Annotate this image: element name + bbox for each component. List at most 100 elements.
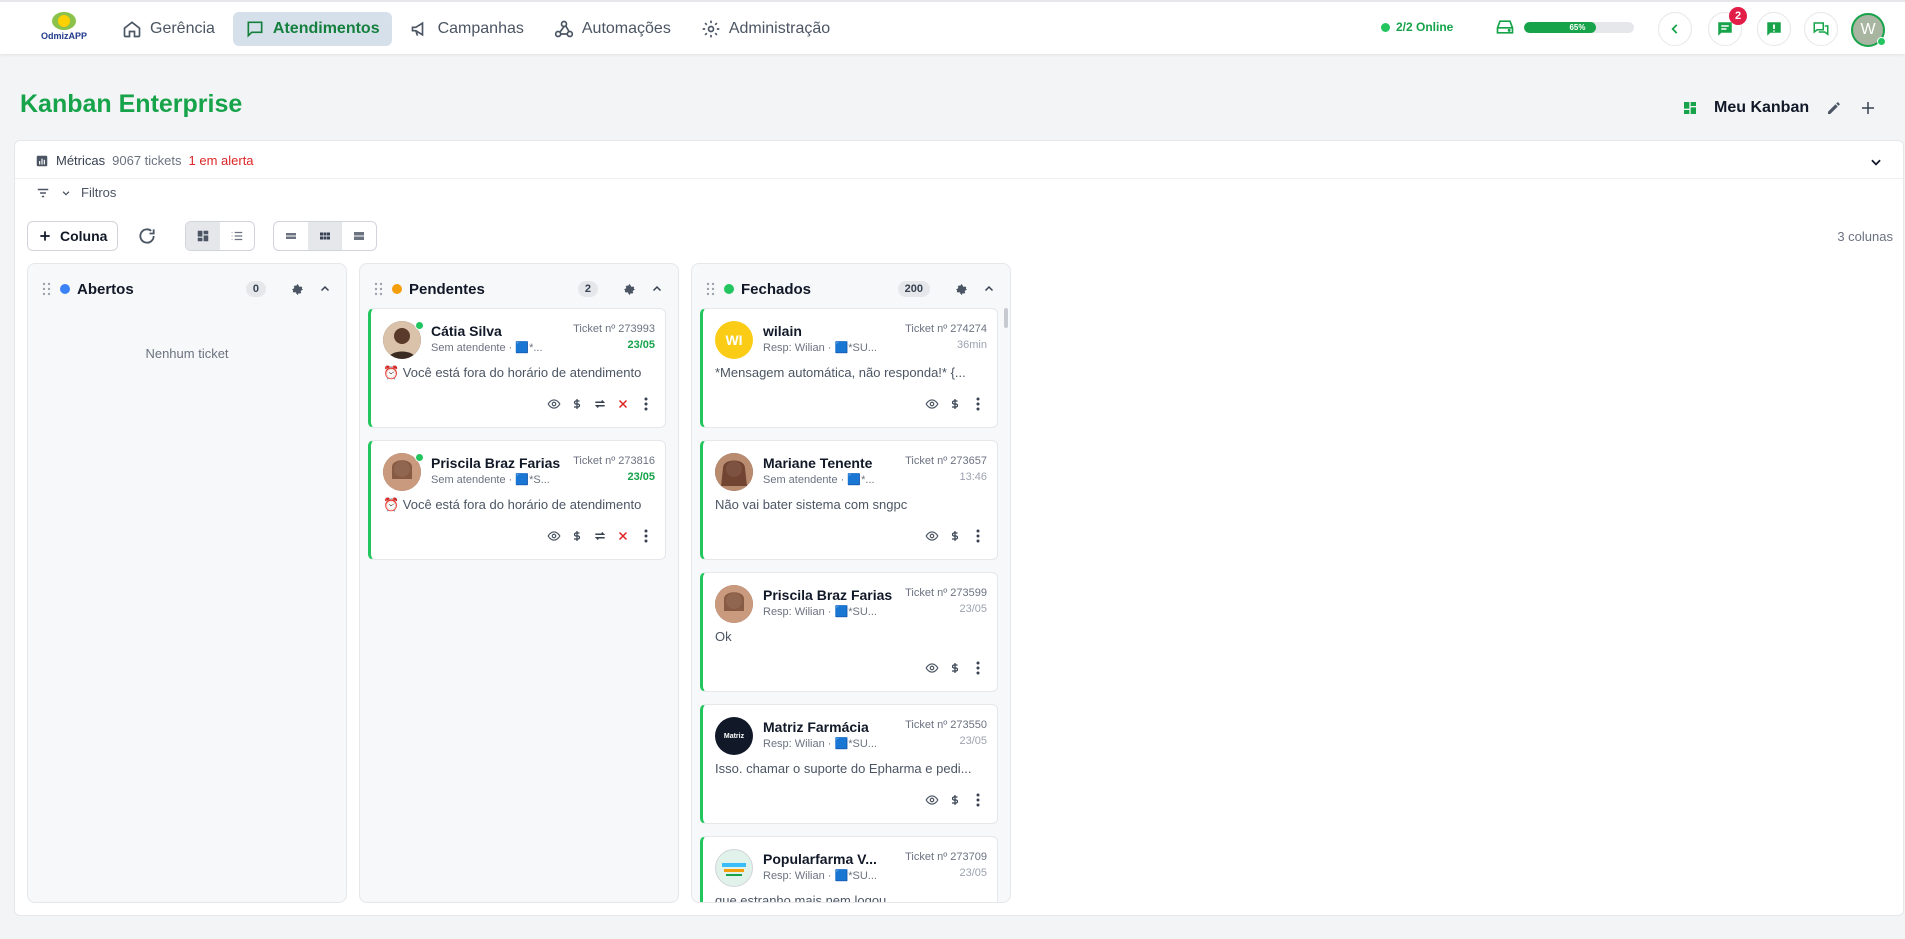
nav-gerencia[interactable]: Gerência bbox=[110, 12, 227, 46]
column-name: Pendentes bbox=[409, 280, 485, 298]
card-assignee: Resp: Wilian · 🟦*SU... bbox=[763, 342, 877, 354]
column-scrollbar[interactable] bbox=[1004, 308, 1008, 328]
nav-atendimentos[interactable]: Atendimentos bbox=[232, 12, 392, 46]
ticket-card[interactable]: Matriz Matriz Farmácia Resp: Wilian · 🟦*… bbox=[700, 704, 998, 824]
messages-button[interactable]: 2 bbox=[1708, 7, 1747, 46]
eye-icon bbox=[925, 663, 939, 673]
user-avatar[interactable]: W bbox=[1851, 13, 1886, 47]
nav-automacoes[interactable]: Automações bbox=[542, 12, 683, 46]
drag-handle-icon[interactable] bbox=[42, 282, 52, 296]
kanban-name[interactable]: Meu Kanban bbox=[1714, 99, 1809, 117]
column-settings-button[interactable] bbox=[952, 280, 970, 298]
kanban-view-button[interactable] bbox=[186, 222, 220, 250]
view-button[interactable] bbox=[547, 529, 561, 543]
value-button[interactable] bbox=[570, 397, 584, 411]
view-button[interactable] bbox=[547, 397, 561, 411]
ticket-card[interactable]: Mariane Tenente Sem atendente · 🟦*... Ti… bbox=[700, 440, 998, 560]
value-button[interactable] bbox=[948, 397, 962, 411]
eye-icon bbox=[925, 531, 939, 541]
ticket-date: 13:46 bbox=[959, 471, 987, 483]
drag-handle-icon[interactable] bbox=[374, 282, 384, 296]
list-icon bbox=[231, 231, 243, 241]
empty-column-text: Nenhum ticket bbox=[145, 346, 229, 361]
value-button[interactable] bbox=[948, 661, 962, 675]
chevron-left-icon bbox=[1671, 24, 1678, 34]
chats-button[interactable] bbox=[1804, 12, 1838, 46]
close-icon bbox=[618, 531, 628, 541]
chevron-down-icon[interactable] bbox=[1869, 155, 1883, 169]
ticket-card[interactable]: Priscila Braz Farias Resp: Wilian · 🟦*SU… bbox=[700, 572, 998, 692]
kanban-selector: Meu Kanban bbox=[1682, 99, 1877, 117]
close-ticket-button[interactable] bbox=[616, 529, 630, 543]
column-collapse-button[interactable] bbox=[648, 280, 666, 298]
plus-icon bbox=[40, 231, 50, 241]
grid-icon bbox=[197, 230, 209, 242]
column-settings-button[interactable] bbox=[288, 280, 306, 298]
card-assignee: Sem atendente · 🟦*... bbox=[431, 342, 543, 354]
contact-name: Mariane Tenente bbox=[763, 455, 873, 471]
eye-icon bbox=[925, 399, 939, 409]
kanban-column-abertos: Abertos 0 Nenhum ticket bbox=[27, 263, 347, 903]
view-button[interactable] bbox=[925, 529, 939, 543]
metrics-alert: 1 em alerta bbox=[188, 153, 254, 168]
filters-label: Filtros bbox=[81, 185, 117, 200]
ticket-date: 23/05 bbox=[627, 471, 655, 483]
ticket-date: 36min bbox=[957, 339, 987, 351]
last-message: que estranho mais nem logou bbox=[715, 893, 887, 903]
contact-avatar: WI bbox=[715, 321, 753, 359]
value-button[interactable] bbox=[948, 793, 962, 807]
dashboard-icon bbox=[1684, 102, 1696, 114]
column-collapse-button[interactable] bbox=[980, 280, 998, 298]
card-assignee: Sem atendente · 🟦*... bbox=[763, 474, 875, 486]
value-button[interactable] bbox=[948, 529, 962, 543]
view-button[interactable] bbox=[925, 661, 939, 675]
list-view-button[interactable] bbox=[220, 222, 254, 250]
medium-density-button[interactable] bbox=[308, 222, 342, 250]
wide-density-button[interactable] bbox=[342, 222, 376, 250]
drag-handle-icon[interactable] bbox=[706, 282, 716, 296]
value-button[interactable] bbox=[570, 529, 584, 543]
refresh-icon[interactable] bbox=[137, 226, 157, 246]
dollar-icon bbox=[951, 795, 959, 805]
column-count-badge: 0 bbox=[245, 281, 266, 297]
more-button[interactable] bbox=[971, 529, 985, 543]
rows-icon bbox=[286, 233, 296, 239]
plus-icon[interactable] bbox=[1859, 99, 1877, 117]
card-assignee: Resp: Wilian · 🟦*SU... bbox=[763, 870, 877, 882]
nav-administracao[interactable]: Administração bbox=[689, 12, 842, 46]
view-button[interactable] bbox=[925, 793, 939, 807]
avatar-logo-text: Matriz bbox=[723, 732, 745, 740]
ticket-card[interactable]: Priscila Braz Farias Sem atendente · 🟦*S… bbox=[368, 440, 666, 560]
filters-toggle[interactable]: Filtros bbox=[35, 185, 116, 200]
last-message: ⏰ Você está fora do horário de atendimen… bbox=[383, 365, 642, 380]
edit-icon[interactable] bbox=[1825, 99, 1843, 117]
more-button[interactable] bbox=[971, 397, 985, 411]
view-button[interactable] bbox=[925, 397, 939, 411]
metrics-bar[interactable]: Métricas 9067 tickets 1 em alerta bbox=[35, 153, 254, 168]
ticket-card[interactable]: Cátia Silva Sem atendente · 🟦*... Ticket… bbox=[368, 308, 666, 428]
column-collapse-button[interactable] bbox=[316, 280, 334, 298]
nav-label: Campanhas bbox=[437, 20, 524, 37]
app-logo[interactable]: OdmizAPP bbox=[38, 12, 90, 44]
column-settings-button[interactable] bbox=[620, 280, 638, 298]
more-button[interactable] bbox=[639, 529, 653, 543]
logo-sun-icon bbox=[52, 12, 76, 30]
add-column-button[interactable]: Coluna bbox=[27, 221, 119, 251]
nav-campanhas[interactable]: Campanhas bbox=[398, 12, 536, 46]
more-button[interactable] bbox=[971, 793, 985, 807]
more-button[interactable] bbox=[971, 661, 985, 675]
ticket-card[interactable]: Popularfarma V... Resp: Wilian · 🟦*SU...… bbox=[700, 836, 998, 903]
alerts-button[interactable] bbox=[1757, 12, 1791, 46]
close-ticket-button[interactable] bbox=[616, 397, 630, 411]
transfer-button[interactable] bbox=[593, 529, 607, 543]
transfer-button[interactable] bbox=[593, 397, 607, 411]
more-button[interactable] bbox=[639, 397, 653, 411]
dollar-icon bbox=[951, 531, 959, 541]
collapse-button[interactable] bbox=[1658, 12, 1692, 46]
ticket-date: 23/05 bbox=[627, 339, 655, 351]
gear-icon bbox=[291, 283, 303, 295]
ticket-card[interactable]: WI wilain Resp: Wilian · 🟦*SU... Ticket … bbox=[700, 308, 998, 428]
webhook-icon bbox=[554, 20, 574, 38]
column-status-dot bbox=[724, 284, 734, 294]
compact-density-button[interactable] bbox=[274, 222, 308, 250]
